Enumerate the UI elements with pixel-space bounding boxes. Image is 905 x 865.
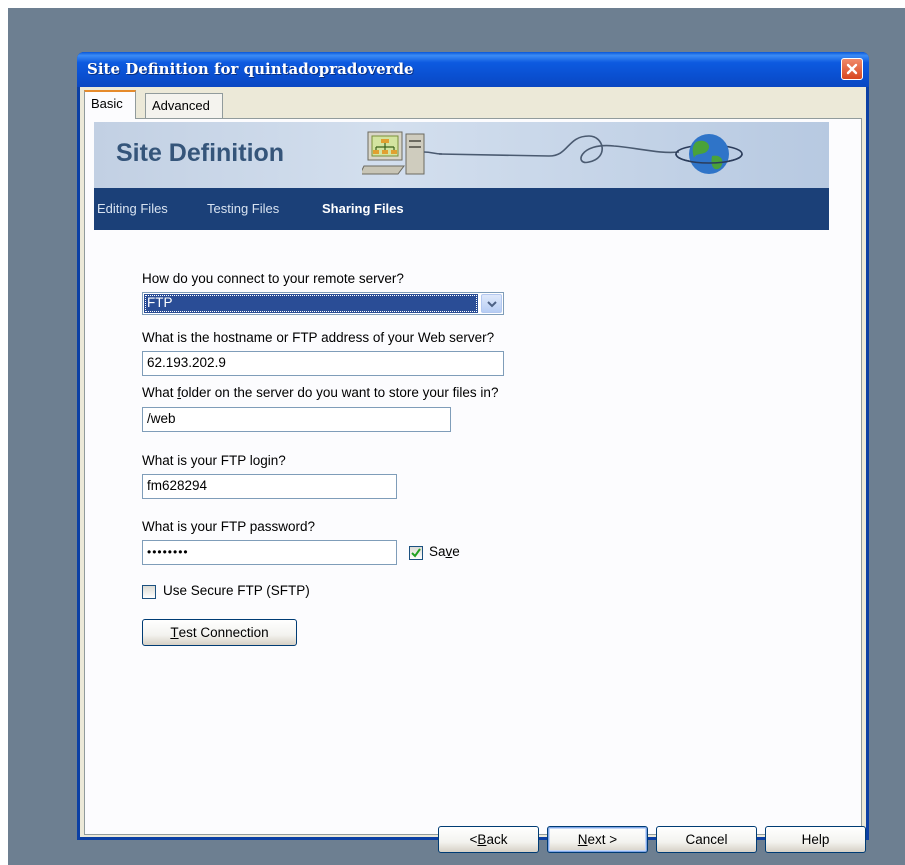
hostname-question: What is the hostname or FTP address of y…	[142, 330, 495, 345]
save-label-part: Sa	[429, 544, 446, 559]
tab-basic-label: Basic	[91, 96, 123, 111]
sftp-checkbox[interactable]	[142, 585, 156, 599]
folder-question-part: What	[142, 385, 178, 400]
folder-question: What folder on the server do you want to…	[142, 385, 498, 400]
step-sharing-files[interactable]: Sharing Files	[322, 201, 404, 216]
test-button-label: est Connection	[178, 625, 269, 640]
connect-question: How do you connect to your remote server…	[142, 271, 404, 286]
back-button[interactable]: < Back	[438, 826, 539, 853]
login-question: What is your FTP login?	[142, 453, 286, 468]
banner: Site Definition	[94, 122, 829, 188]
next-button[interactable]: Next >	[547, 826, 648, 853]
window-title: Site Definition for quintadopradoverde	[87, 60, 414, 78]
banner-title: Site Definition	[116, 139, 285, 167]
hostname-field[interactable]: 62.193.202.9	[142, 351, 504, 376]
help-button[interactable]: Help	[765, 826, 866, 853]
login-field[interactable]: fm628294	[142, 474, 397, 499]
title-bar[interactable]: Site Definition for quintadopradoverde	[77, 52, 869, 87]
password-field[interactable]: ••••••••	[142, 540, 397, 565]
computer-network-icon	[362, 131, 442, 175]
globe-icon	[675, 134, 743, 174]
step-navigation: Editing Files Testing Files Sharing File…	[94, 188, 829, 230]
dropdown-arrow-button[interactable]	[481, 294, 502, 313]
next-label-part: ext >	[587, 832, 618, 847]
save-password-checkbox[interactable]	[409, 546, 423, 560]
folder-question-part: older on the server do you want to store…	[181, 385, 499, 400]
cancel-button[interactable]: Cancel	[656, 826, 757, 853]
back-label-part: ack	[486, 832, 508, 847]
test-connection-button[interactable]: Test Connection	[142, 619, 297, 646]
tab-strip: Basic Advanced	[80, 87, 866, 119]
tab-panel: Site Definition Editing Files Testing Fi…	[84, 118, 866, 853]
folder-field[interactable]: /web	[142, 407, 451, 432]
password-question: What is your FTP password?	[142, 519, 316, 534]
back-access-key: B	[477, 832, 487, 847]
back-label-part: <	[469, 832, 478, 847]
step-testing-files[interactable]: Testing Files	[207, 201, 279, 216]
tab-advanced[interactable]: Advanced	[145, 93, 223, 118]
save-password-label[interactable]: Save	[429, 544, 460, 559]
dialog-client-area: Basic Advanced Site Definition Editing F…	[80, 87, 866, 853]
close-button[interactable]	[841, 58, 863, 80]
tab-advanced-label: Advanced	[152, 98, 210, 113]
connection-type-select[interactable]: FTP	[142, 292, 504, 315]
tab-basic[interactable]: Basic	[84, 90, 136, 119]
save-label-part: e	[452, 544, 460, 559]
sftp-label[interactable]: Use Secure FTP (SFTP)	[163, 583, 310, 598]
next-access-key: N	[577, 832, 588, 847]
chevron-down-icon	[486, 300, 497, 307]
connection-type-value: FTP	[144, 294, 478, 313]
site-definition-dialog: Site Definition for quintadopradoverde B…	[77, 52, 869, 853]
step-editing-files[interactable]: Editing Files	[97, 201, 168, 216]
checkmark-icon	[411, 548, 421, 558]
test-button-access-key: T	[170, 625, 179, 640]
close-icon	[846, 63, 858, 75]
